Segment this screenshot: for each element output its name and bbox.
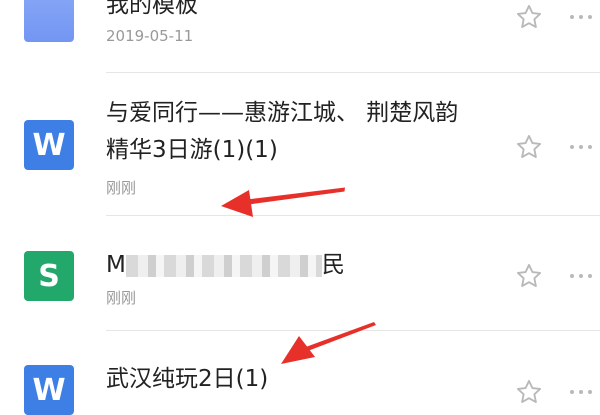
annotation-arrow-1 (221, 187, 345, 217)
annotation-arrow-2 (281, 322, 376, 364)
annotation-arrows (221, 187, 376, 364)
